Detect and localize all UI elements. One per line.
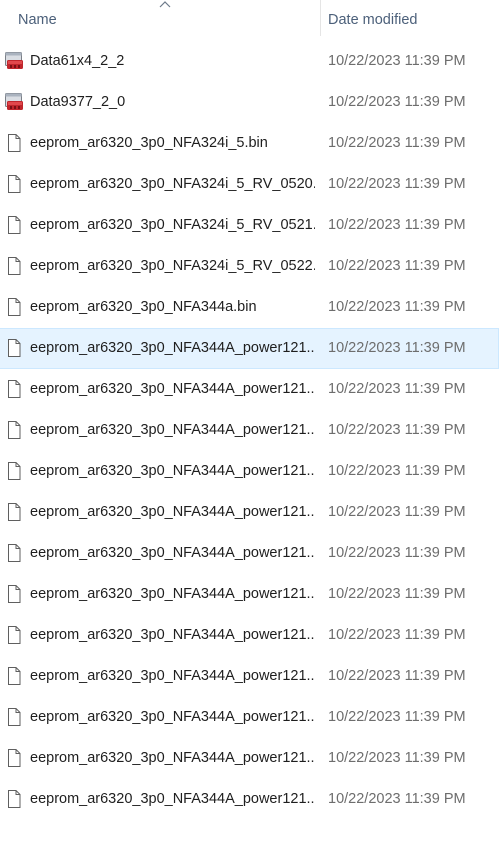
file-name: eeprom_ar6320_3p0_NFA344A_power121... — [30, 750, 315, 766]
file-date-modified: 10/22/2023 11:39 PM — [328, 299, 466, 315]
file-row[interactable]: eeprom_ar6320_3p0_NFA344A_power121... 10/… — [0, 615, 499, 656]
file-name: eeprom_ar6320_3p0_NFA344A_power121... — [30, 709, 315, 725]
document-icon — [4, 379, 24, 399]
file-row[interactable]: eeprom_ar6320_3p0_NFA344A_power121... 10/… — [0, 779, 499, 820]
file-row[interactable]: eeprom_ar6320_3p0_NFA344A_power121... 10/… — [0, 533, 499, 574]
file-name: eeprom_ar6320_3p0_NFA344A_power121... — [30, 668, 315, 684]
document-icon — [4, 666, 24, 686]
file-date-modified: 10/22/2023 11:39 PM — [328, 422, 466, 438]
file-date-modified: 10/22/2023 11:39 PM — [328, 217, 466, 233]
file-name: eeprom_ar6320_3p0_NFA344A_power121... — [30, 791, 315, 807]
column-header-bar: Name Date modified — [0, 0, 499, 41]
file-row[interactable]: eeprom_ar6320_3p0_NFA344A_power121... 10/… — [0, 738, 499, 779]
document-icon — [4, 338, 24, 358]
file-date-modified: 10/22/2023 11:39 PM — [328, 504, 466, 520]
file-date-modified: 10/22/2023 11:39 PM — [328, 53, 466, 69]
document-icon — [4, 543, 24, 563]
file-name: Data61x4_2_2 — [30, 53, 125, 69]
file-row[interactable]: Data61x4_2_2 10/22/2023 11:39 PM — [0, 41, 499, 82]
document-icon — [4, 461, 24, 481]
chevron-up-icon — [159, 1, 171, 8]
file-row[interactable]: eeprom_ar6320_3p0_NFA344A_power121... 10/… — [0, 492, 499, 533]
document-icon — [4, 502, 24, 522]
file-name: eeprom_ar6320_3p0_NFA324i_5.bin — [30, 135, 268, 151]
file-row[interactable]: eeprom_ar6320_3p0_NFA344A_power121... 10/… — [0, 369, 499, 410]
date-modified-column-header[interactable]: Date modified — [321, 0, 499, 41]
file-explorer-details-view: Name Date modified Data61x4_2_2 10/22/202… — [0, 0, 499, 848]
file-date-modified: 10/22/2023 11:39 PM — [328, 258, 466, 274]
data-file-icon — [4, 92, 24, 112]
document-icon — [4, 256, 24, 276]
file-name: eeprom_ar6320_3p0_NFA324i_5_RV_0522... — [30, 258, 315, 274]
file-date-modified: 10/22/2023 11:39 PM — [328, 463, 466, 479]
file-name: Data9377_2_0 — [30, 94, 126, 110]
file-row[interactable]: eeprom_ar6320_3p0_NFA344A_power121... 10/… — [0, 574, 499, 615]
file-row[interactable]: eeprom_ar6320_3p0_NFA344A_power121... 10/… — [0, 451, 499, 492]
file-date-modified: 10/22/2023 11:39 PM — [328, 791, 466, 807]
document-icon — [4, 625, 24, 645]
document-icon — [4, 584, 24, 604]
file-row[interactable]: eeprom_ar6320_3p0_NFA344A_power121... 10/… — [0, 656, 499, 697]
file-row[interactable]: eeprom_ar6320_3p0_NFA324i_5_RV_0522... 10… — [0, 246, 499, 287]
file-name: eeprom_ar6320_3p0_NFA344A_power121... — [30, 586, 315, 602]
file-date-modified: 10/22/2023 11:39 PM — [328, 545, 466, 561]
file-name: eeprom_ar6320_3p0_NFA344A_power121... — [30, 463, 315, 479]
document-icon — [4, 707, 24, 727]
file-row[interactable]: eeprom_ar6320_3p0_NFA344a.bin 10/22/2023 … — [0, 287, 499, 328]
file-row[interactable]: eeprom_ar6320_3p0_NFA344A_power121... 10/… — [0, 328, 499, 369]
file-row[interactable]: eeprom_ar6320_3p0_NFA324i_5.bin 10/22/202… — [0, 123, 499, 164]
document-icon — [4, 215, 24, 235]
file-date-modified: 10/22/2023 11:39 PM — [328, 176, 466, 192]
document-icon — [4, 174, 24, 194]
file-name: eeprom_ar6320_3p0_NFA344A_power121... — [30, 545, 315, 561]
file-date-modified: 10/22/2023 11:39 PM — [328, 750, 466, 766]
file-name: eeprom_ar6320_3p0_NFA344A_power121... — [30, 627, 315, 643]
data-file-icon — [4, 51, 24, 71]
document-icon — [4, 420, 24, 440]
file-name: eeprom_ar6320_3p0_NFA324i_5_RV_0520... — [30, 176, 315, 192]
file-row[interactable]: eeprom_ar6320_3p0_NFA344A_power121... 10/… — [0, 410, 499, 451]
file-row[interactable]: Data9377_2_0 10/22/2023 11:39 PM — [0, 82, 499, 123]
document-icon — [4, 748, 24, 768]
file-name: eeprom_ar6320_3p0_NFA344A_power121... — [30, 381, 315, 397]
file-date-modified: 10/22/2023 11:39 PM — [328, 709, 466, 725]
file-row[interactable]: eeprom_ar6320_3p0_NFA324i_5_RV_0521... 10… — [0, 205, 499, 246]
file-date-modified: 10/22/2023 11:39 PM — [328, 586, 466, 602]
file-date-modified: 10/22/2023 11:39 PM — [328, 627, 466, 643]
document-icon — [4, 297, 24, 317]
file-list: Data61x4_2_2 10/22/2023 11:39 PM Data9377_… — [0, 41, 499, 820]
file-date-modified: 10/22/2023 11:39 PM — [328, 340, 466, 356]
file-date-modified: 10/22/2023 11:39 PM — [328, 94, 466, 110]
file-date-modified: 10/22/2023 11:39 PM — [328, 135, 466, 151]
file-date-modified: 10/22/2023 11:39 PM — [328, 381, 466, 397]
file-name: eeprom_ar6320_3p0_NFA344A_power121... — [30, 340, 315, 356]
document-icon — [4, 789, 24, 809]
file-name: eeprom_ar6320_3p0_NFA344A_power121... — [30, 422, 315, 438]
document-icon — [4, 133, 24, 153]
file-name: eeprom_ar6320_3p0_NFA324i_5_RV_0521... — [30, 217, 315, 233]
file-row[interactable]: eeprom_ar6320_3p0_NFA344A_power121... 10/… — [0, 697, 499, 738]
file-row[interactable]: eeprom_ar6320_3p0_NFA324i_5_RV_0520... 10… — [0, 164, 499, 205]
file-name: eeprom_ar6320_3p0_NFA344a.bin — [30, 299, 257, 315]
file-name: eeprom_ar6320_3p0_NFA344A_power121... — [30, 504, 315, 520]
file-date-modified: 10/22/2023 11:39 PM — [328, 668, 466, 684]
